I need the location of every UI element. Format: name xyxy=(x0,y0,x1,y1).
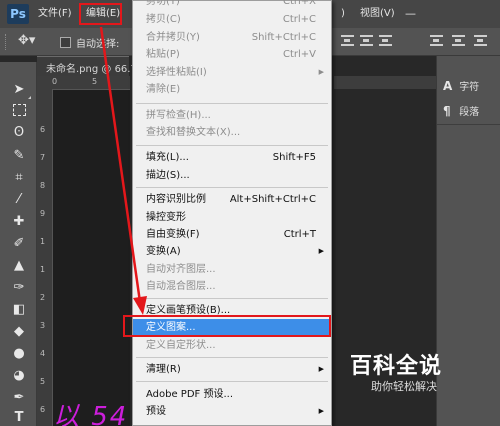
menu-item-purge[interactable]: 清理(R) ▶ xyxy=(133,361,331,378)
dodge-icon[interactable]: ◕ xyxy=(10,368,28,384)
ruler-tick: 5 xyxy=(92,77,98,86)
menu-separator xyxy=(136,298,328,299)
marquee-icon[interactable] xyxy=(10,104,28,120)
menu-view[interactable]: 视图(V) xyxy=(360,0,395,28)
menu-item-define-custom-shape[interactable]: 定义自定形状... xyxy=(133,337,331,354)
crop-icon[interactable]: ⌗ xyxy=(10,170,28,186)
clone-stamp-icon[interactable]: ▲ xyxy=(10,258,28,274)
character-panel-button[interactable]: A 字符 xyxy=(443,78,479,93)
menu-item-stroke[interactable]: 描边(S)... xyxy=(133,167,331,184)
ruler-tick: 8 xyxy=(40,181,46,190)
align-top-icon[interactable] xyxy=(341,35,354,46)
type-icon[interactable]: T xyxy=(10,410,28,426)
healing-brush-icon[interactable]: ✚ xyxy=(10,214,28,230)
paragraph-label: 段落 xyxy=(459,107,480,118)
menu-item-auto-align-layers[interactable]: 自动对齐图层... xyxy=(133,261,331,278)
submenu-arrow-icon: ▶ xyxy=(318,365,324,373)
menu-item-copy-merged[interactable]: 合并拷贝(Y) Shift+Ctrl+C xyxy=(133,29,331,46)
move-icon[interactable]: ✥▾ xyxy=(18,33,35,48)
ruler-tick: 2 xyxy=(40,293,46,302)
ruler-tick: 6 xyxy=(40,125,46,134)
distribute-top-icon[interactable] xyxy=(430,35,443,46)
ruler-origin[interactable] xyxy=(37,76,52,89)
ruler-vertical: 6 7 8 9 1 1 2 3 4 5 6 xyxy=(37,89,53,426)
character-label: 字符 xyxy=(459,82,480,93)
submenu-arrow-icon: ▶ xyxy=(318,68,324,76)
ruler-tick: 6 xyxy=(40,405,46,414)
menu-item-presets[interactable]: 预设 ▶ xyxy=(133,403,331,420)
align-middle-icon[interactable] xyxy=(360,35,373,46)
ruler-tick: 9 xyxy=(40,209,46,218)
menu-separator xyxy=(136,187,328,188)
ruler-horizontal-right xyxy=(334,76,436,89)
ruler-horizontal: 0 5 xyxy=(52,76,130,90)
photoshop-logo: Ps xyxy=(7,4,29,24)
edit-menu-highlight-box xyxy=(79,3,122,25)
ruler-tick: 1 xyxy=(40,265,46,274)
menu-item-paste-special[interactable]: 选择性粘贴(I) ▶ xyxy=(133,64,331,81)
menu-item-auto-blend-layers[interactable]: 自动混合图层... xyxy=(133,278,331,295)
blur-icon[interactable]: ● xyxy=(10,346,28,362)
paragraph-panel-button[interactable]: ¶ 段落 xyxy=(443,103,479,118)
options-grip[interactable] xyxy=(5,34,8,50)
ruler-tick: 3 xyxy=(40,321,46,330)
menu-partial[interactable]: ) xyxy=(341,0,345,28)
align-bottom-icon[interactable] xyxy=(379,35,392,46)
menu-separator xyxy=(136,103,328,104)
edit-dropdown-menu: 剪切(T) Ctrl+X 拷贝(C) Ctrl+C 合并拷贝(Y) Shift+Ctr… xyxy=(132,0,332,426)
distribute-middle-icon[interactable] xyxy=(452,35,465,46)
ruler-tick: 1 xyxy=(40,237,46,246)
menu-separator xyxy=(136,145,328,146)
menu-item-clear[interactable]: 清除(E) xyxy=(133,81,331,98)
define-pattern-highlight-box xyxy=(123,315,331,337)
menu-separator xyxy=(136,357,328,358)
auto-select-checkbox[interactable] xyxy=(60,37,71,48)
menu-item-fill[interactable]: 填充(L)... Shift+F5 xyxy=(133,149,331,166)
brush-icon[interactable]: ✐ xyxy=(10,236,28,252)
paint-bucket-icon[interactable]: ◆ xyxy=(10,324,28,340)
panel-divider xyxy=(437,124,500,125)
quick-select-icon[interactable]: ✎ xyxy=(10,148,28,164)
menu-item-paste[interactable]: 粘贴(P) Ctrl+V xyxy=(133,46,331,63)
menu-separator xyxy=(136,381,328,382)
watermark-subtitle: 助你轻松解决 xyxy=(371,380,437,393)
watermark-title: 百科全说 xyxy=(350,354,443,379)
tools-panel: ➤ ʘ ✎ ⌗ ⁄ ✚ ✐ ▲ ✑ ◧ ◆ ● ◕ ✒ T xyxy=(0,62,37,426)
submenu-arrow-icon: ▶ xyxy=(318,247,324,255)
document-canvas[interactable] xyxy=(53,90,130,426)
history-brush-icon[interactable]: ✑ xyxy=(10,280,28,296)
watermark: 百科全说 助你轻松解决 xyxy=(340,348,460,400)
eyedropper-icon[interactable]: ⁄ xyxy=(10,192,28,208)
ruler-tick: 4 xyxy=(40,349,46,358)
menu-item-copy[interactable]: 拷贝(C) Ctrl+C xyxy=(133,11,331,28)
eraser-icon[interactable]: ◧ xyxy=(10,302,28,318)
menu-item-content-aware-scale[interactable]: 内容识别比例 Alt+Shift+Ctrl+C xyxy=(133,191,331,208)
menu-file[interactable]: 文件(F) xyxy=(38,0,72,28)
auto-select-label: 自动选择: xyxy=(76,39,120,50)
menu-item-puppet-warp[interactable]: 操控变形 xyxy=(133,209,331,226)
menu-item-spell-check[interactable]: 拼写检查(H)... xyxy=(133,107,331,124)
character-icon: A xyxy=(443,79,453,93)
ruler-tick: 5 xyxy=(40,377,46,386)
minimize-button[interactable]: — xyxy=(405,0,416,28)
lasso-icon[interactable]: ʘ xyxy=(10,125,28,141)
menu-item-pdf-presets[interactable]: Adobe PDF 预设... xyxy=(133,386,331,403)
move-tool-icon[interactable]: ➤ xyxy=(10,82,31,99)
menu-item-cut[interactable]: 剪切(T) Ctrl+X xyxy=(133,0,331,10)
ruler-tick: 7 xyxy=(40,153,46,162)
pen-icon[interactable]: ✒ xyxy=(10,390,28,406)
menu-item-transform[interactable]: 变换(A) ▶ xyxy=(133,243,331,260)
document-tab[interactable]: 未命名.png @ 66.7% (RGB/8) xyxy=(37,56,189,76)
menu-item-find-replace[interactable]: 查找和替换文本(X)... xyxy=(133,124,331,141)
paragraph-icon: ¶ xyxy=(443,104,451,118)
ruler-tick: 0 xyxy=(52,77,58,86)
distribute-bottom-icon[interactable] xyxy=(474,35,487,46)
menu-item-free-transform[interactable]: 自由变换(F) Ctrl+T xyxy=(133,226,331,243)
submenu-arrow-icon: ▶ xyxy=(318,407,324,415)
